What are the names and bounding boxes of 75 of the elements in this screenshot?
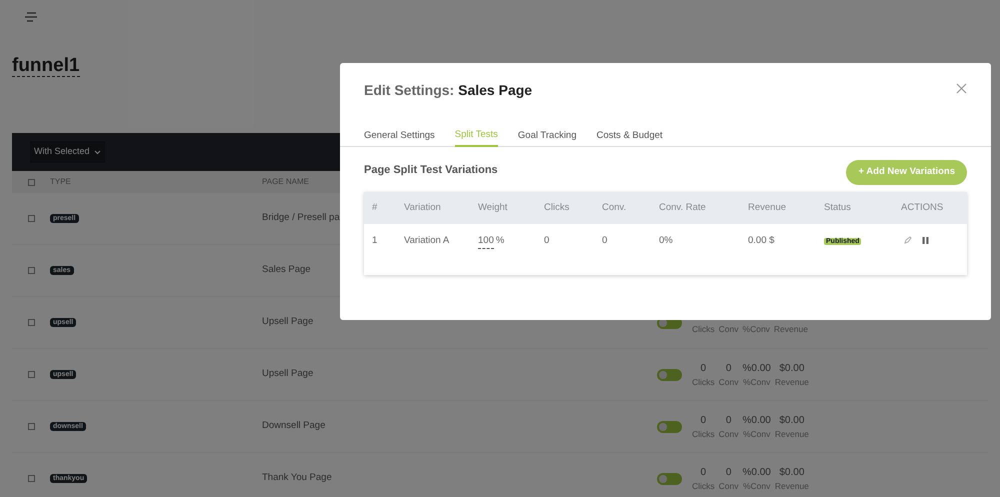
stat-label: Conv xyxy=(718,376,739,388)
funnel-title[interactable]: funnel1 xyxy=(12,55,80,77)
row-checkbox[interactable] xyxy=(28,371,34,378)
stat-label: Clicks xyxy=(692,428,715,440)
stat-label: %Conv xyxy=(742,480,770,492)
column-header: Conv. Rate xyxy=(659,200,707,215)
column-header: Variation xyxy=(404,200,442,215)
toggle-switch[interactable] xyxy=(657,368,682,380)
close-icon[interactable] xyxy=(956,83,967,94)
stat-value: 0 xyxy=(700,414,706,428)
column-header: TYPE xyxy=(50,176,72,188)
weight-value[interactable]: 100 xyxy=(478,234,494,250)
bulk-action-dropdown[interactable]: With Selected xyxy=(30,141,105,163)
stat-value: %0.00 xyxy=(742,414,771,428)
pencil-icon[interactable] xyxy=(904,236,912,244)
table-cell-text: Variation A xyxy=(404,234,450,248)
column-header: ACTIONS xyxy=(901,200,944,215)
stat-label: Conv xyxy=(718,323,739,336)
column-header: # xyxy=(371,200,378,215)
stat-label: Revenue xyxy=(774,376,809,388)
menu-icon[interactable] xyxy=(24,12,38,22)
stat-label: Revenue xyxy=(774,480,809,492)
stat-value: 0 xyxy=(700,362,706,376)
row-checkbox[interactable] xyxy=(28,475,34,482)
column-header: Status xyxy=(824,200,852,215)
stat-value: %0.00 xyxy=(742,466,771,480)
stat-value: 0 xyxy=(726,362,732,376)
table-cell-text: 1 xyxy=(371,234,378,248)
stat-value: $0.00 xyxy=(779,414,804,428)
stat-value: 0 xyxy=(726,414,732,428)
stat-label: Conv xyxy=(718,480,739,492)
stat-label: Clicks xyxy=(692,323,715,336)
stat-label: %Conv xyxy=(742,323,770,336)
stat-value: $0.00 xyxy=(779,362,804,376)
column-header: PAGE NAME xyxy=(262,176,309,188)
stat-label: %Conv xyxy=(742,376,770,388)
stat-label: Revenue xyxy=(774,428,809,440)
table-cell-text: 0.00 $ xyxy=(748,234,776,248)
stat-value: 0 xyxy=(726,466,732,480)
stat-label: Clicks xyxy=(692,480,715,492)
page-name: Upsell Page xyxy=(262,368,314,380)
weight-unit: % xyxy=(496,234,504,248)
section-title: Page Split Test Variations xyxy=(364,163,498,178)
column-header: Weight xyxy=(478,200,508,215)
toggle-switch[interactable] xyxy=(657,420,682,432)
row-checkbox[interactable] xyxy=(28,215,34,222)
toggle-switch[interactable] xyxy=(657,472,682,484)
page-name: Sales Page xyxy=(262,264,311,276)
row-checkbox[interactable] xyxy=(28,319,34,326)
page-name: Upsell Page xyxy=(262,316,314,328)
stat-value: %0.00 xyxy=(742,362,771,376)
stat-value: 0 xyxy=(700,466,706,480)
column-header: Clicks xyxy=(544,200,570,215)
column-header: Conv. xyxy=(602,200,628,215)
table-cell-text: 0 xyxy=(602,234,608,248)
tab[interactable]: Costs & Budget xyxy=(596,125,663,147)
stat-label: Clicks xyxy=(692,376,715,388)
table-cell-text: 0 xyxy=(544,234,550,248)
pause-icon[interactable] xyxy=(922,236,929,244)
dialog-title: Edit Settings: Sales Page xyxy=(364,81,532,100)
page-name: Bridge / Presell pa xyxy=(262,212,340,224)
page-name: Thank You Page xyxy=(262,472,332,484)
tab[interactable]: General Settings xyxy=(364,125,435,147)
page-name: Downsell Page xyxy=(262,420,326,432)
caret-icon xyxy=(94,150,101,154)
stat-label: Conv xyxy=(718,428,739,440)
row-checkbox[interactable] xyxy=(28,423,34,430)
select-all-checkbox[interactable] xyxy=(28,178,34,186)
stat-label: Revenue xyxy=(774,323,808,336)
stat-value: $0.00 xyxy=(779,466,804,480)
tab[interactable]: Goal Tracking xyxy=(518,125,577,147)
row-checkbox[interactable] xyxy=(28,267,34,274)
column-header: Revenue xyxy=(748,200,788,215)
stat-label: %Conv xyxy=(742,428,770,440)
table-cell-text: 0% xyxy=(659,234,674,248)
